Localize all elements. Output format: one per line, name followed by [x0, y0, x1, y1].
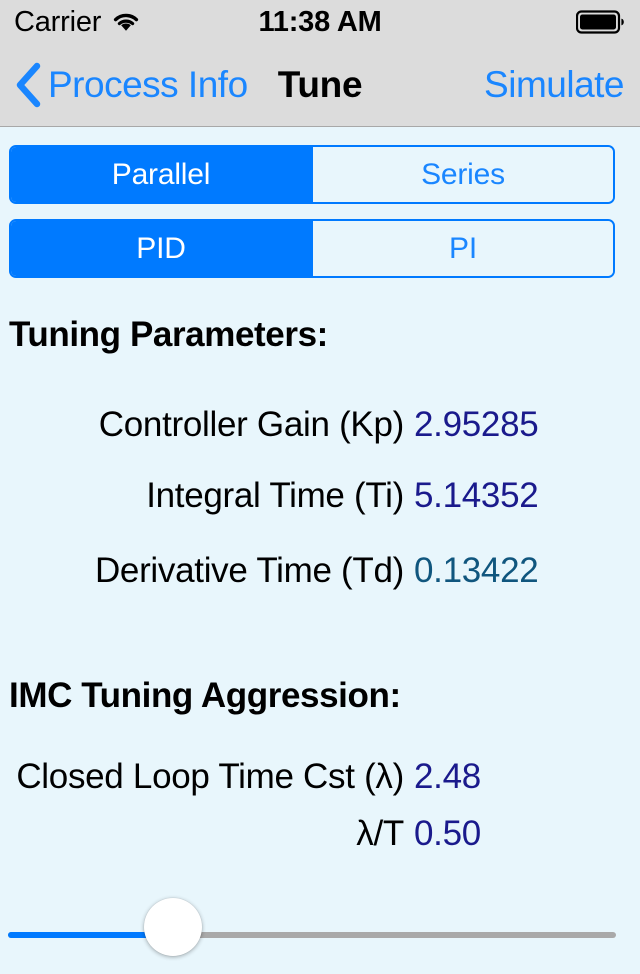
back-button-label: Process Info [48, 64, 248, 105]
param-row-controller-gain: Controller Gain (Kp) 2.95285 [0, 405, 640, 445]
segment-series[interactable]: Series [311, 147, 613, 202]
param-value-controller-gain: 2.95285 [414, 405, 539, 444]
app-screen: Carrier 11:38 AM Process Info Tune Simul… [0, 0, 640, 960]
param-label-integral-time: Integral Time (Ti) [146, 476, 404, 515]
param-label-lambda-over-t: λ/T [356, 814, 404, 853]
back-button[interactable]: Process Info [14, 44, 248, 126]
imc-aggression-slider[interactable] [0, 898, 640, 974]
param-row-lambda-over-t: λ/T 0.50 [0, 814, 640, 854]
param-row-derivative-time: Derivative Time (Td) 0.13422 [0, 551, 640, 591]
tuning-parameters-heading: Tuning Parameters: [9, 315, 328, 354]
param-row-integral-time: Integral Time (Ti) 5.14352 [0, 476, 640, 516]
imc-tuning-aggression-heading: IMC Tuning Aggression: [9, 676, 401, 715]
chevron-left-icon [14, 62, 42, 108]
status-bar-right [382, 10, 626, 34]
segment-pi[interactable]: PI [311, 221, 613, 276]
segment-parallel[interactable]: Parallel [11, 147, 311, 202]
segmented-control-controller-form[interactable]: Parallel Series [9, 145, 615, 204]
carrier-label: Carrier [14, 5, 102, 38]
param-value-closed-loop-time-constant: 2.48 [414, 757, 481, 796]
param-label-controller-gain: Controller Gain (Kp) [98, 405, 405, 444]
battery-full-icon [576, 10, 626, 34]
wifi-icon [111, 11, 141, 33]
slider-thumb[interactable] [144, 898, 202, 956]
param-label-derivative-time: Derivative Time (Td) [94, 551, 404, 590]
param-label-closed-loop-time-constant: Closed Loop Time Cst (λ) [16, 757, 404, 796]
segment-pid[interactable]: PID [11, 221, 311, 276]
clock-label: 11:38 AM [258, 5, 382, 38]
param-row-closed-loop-time-constant: Closed Loop Time Cst (λ) 2.48 [0, 757, 640, 797]
status-bar-center: 11:38 AM [258, 6, 381, 39]
param-value-lambda-over-t: 0.50 [414, 814, 481, 853]
param-value-derivative-time: 0.13422 [414, 551, 539, 590]
status-bar-left: Carrier [14, 6, 258, 39]
param-value-integral-time: 5.14352 [414, 476, 539, 515]
simulate-button[interactable]: Simulate [484, 44, 624, 126]
navigation-bar: Process Info Tune Simulate [0, 44, 640, 127]
status-bar: Carrier 11:38 AM [0, 0, 640, 44]
segmented-control-controller-type[interactable]: PID PI [9, 219, 615, 278]
